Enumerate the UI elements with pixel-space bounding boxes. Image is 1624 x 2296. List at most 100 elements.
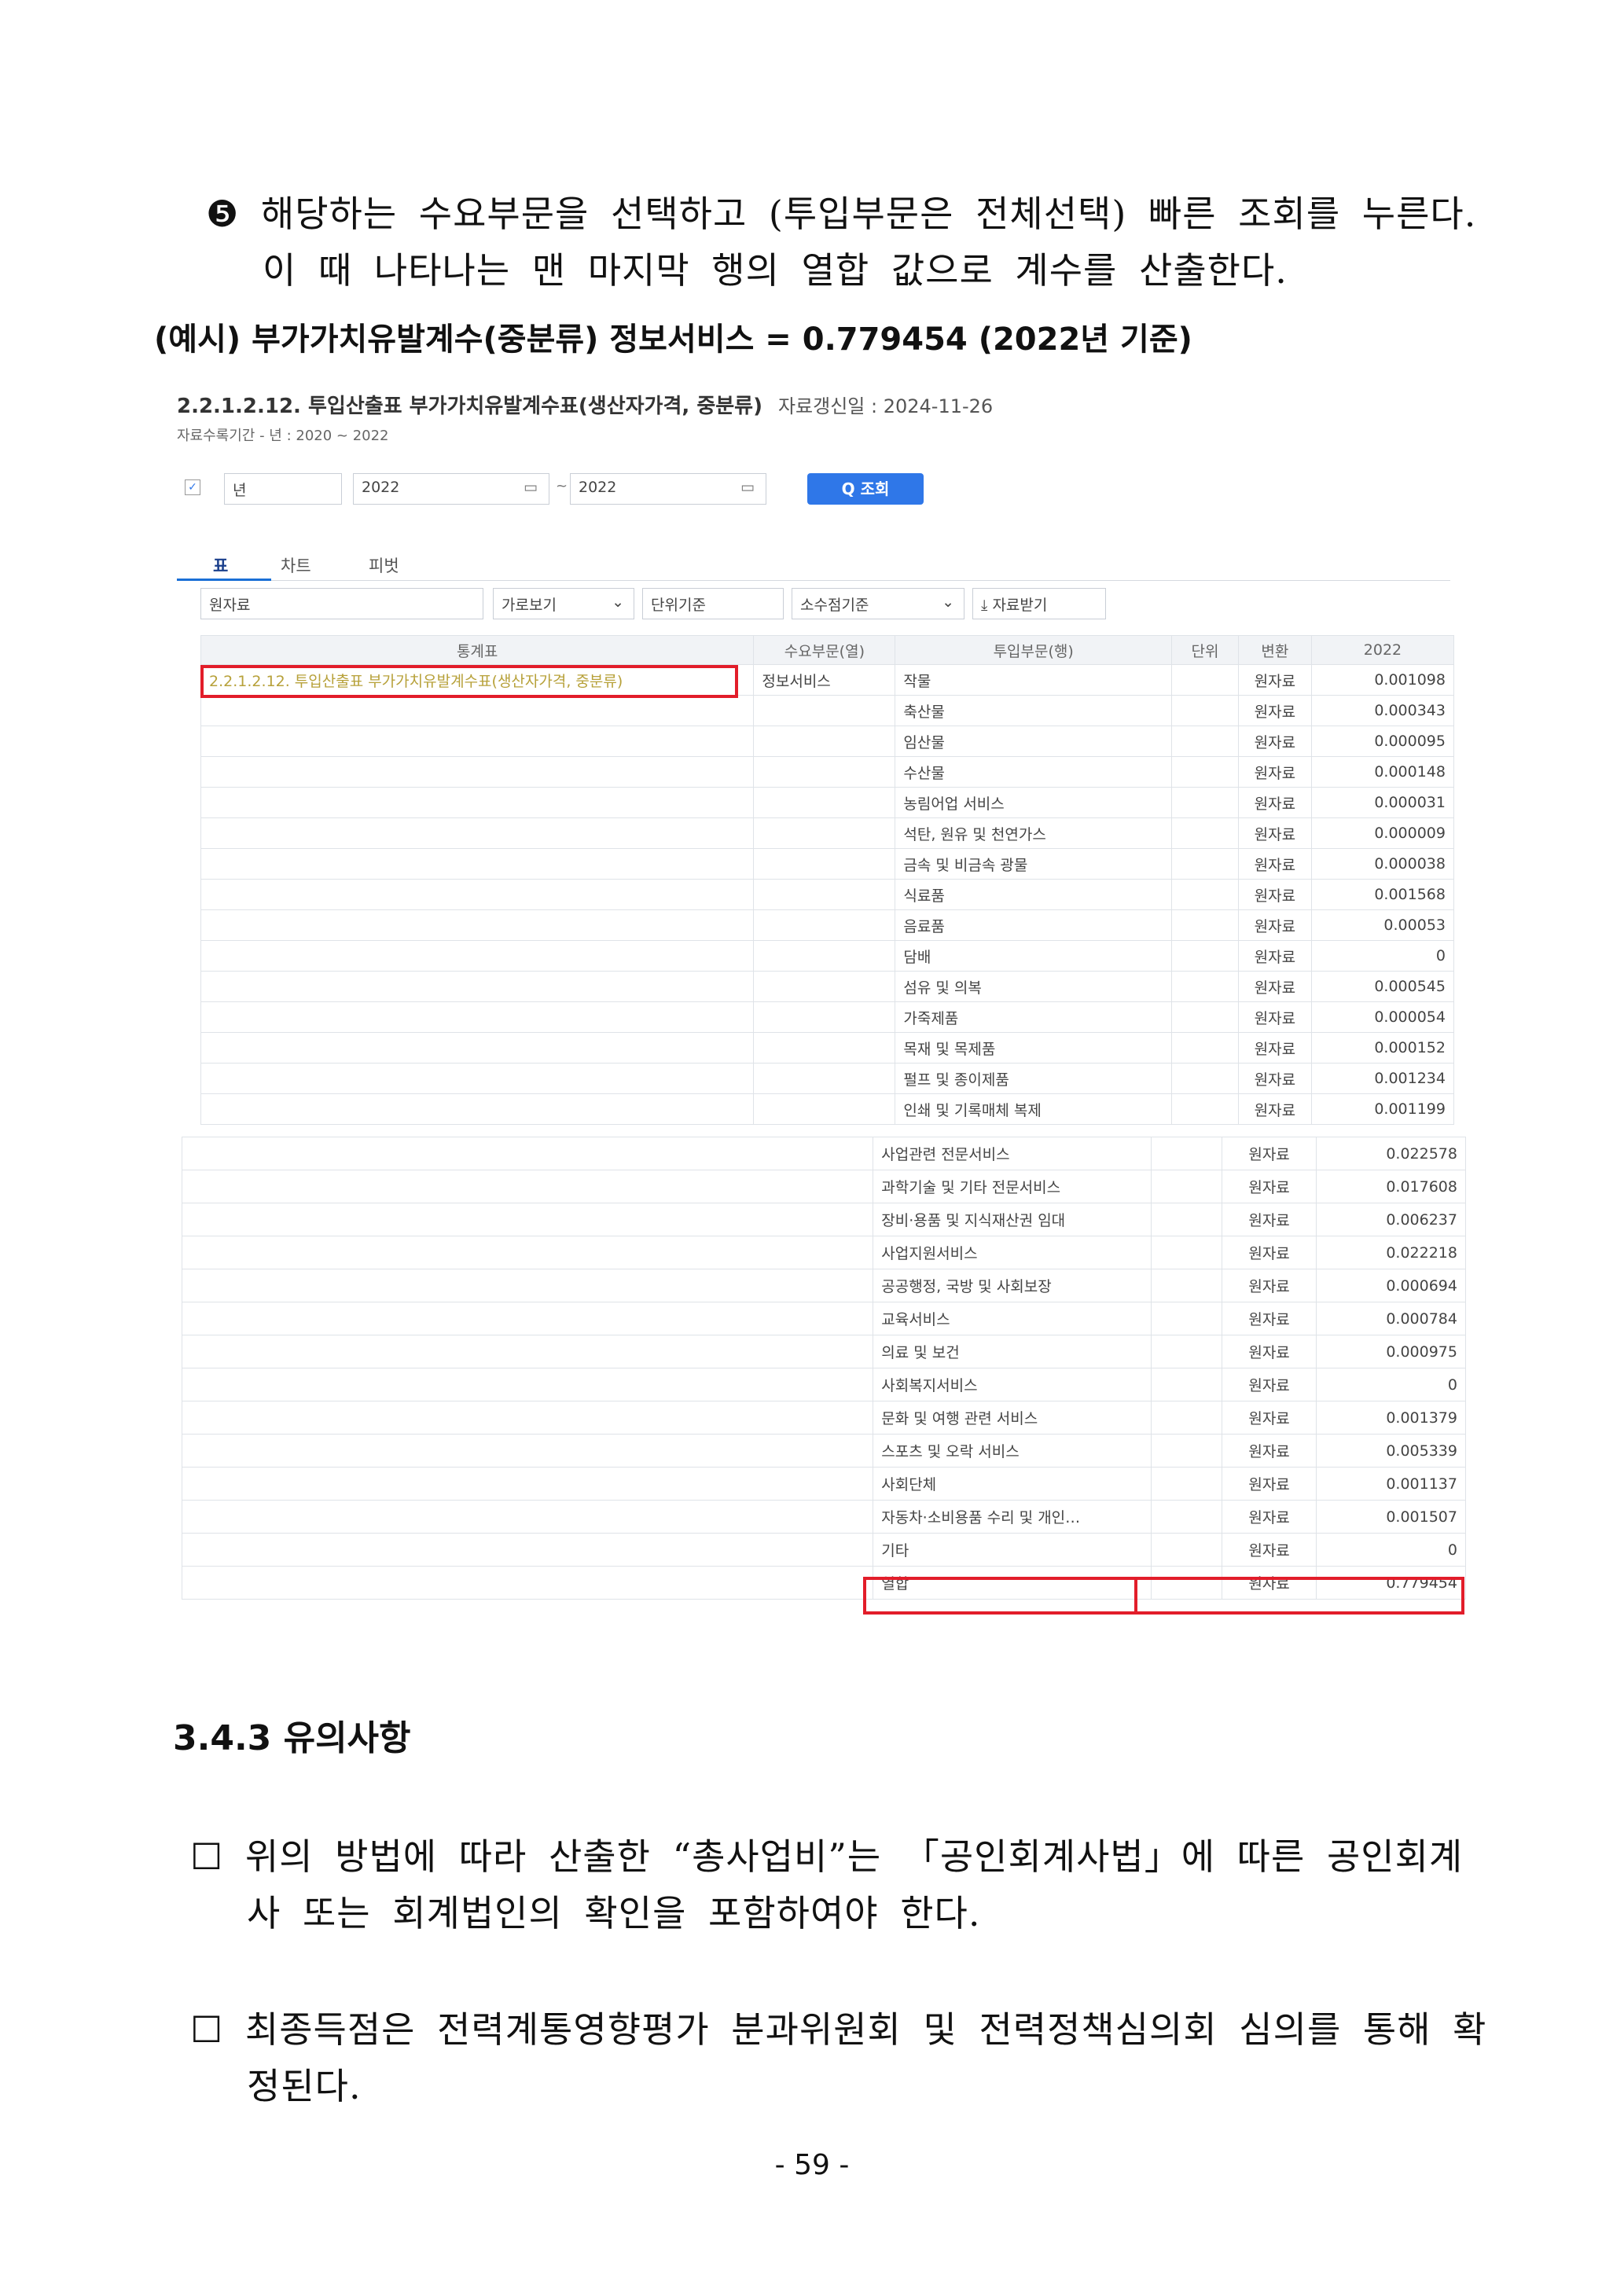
blank-cell <box>181 1203 874 1236</box>
table-row: 임산물 원자료 0.000095 <box>200 726 1455 757</box>
input-sector-cell: 의료 및 보건 <box>873 1335 1152 1368</box>
value-cell: 0.022578 <box>1316 1137 1466 1170</box>
value-cell: 0.000054 <box>1310 1001 1455 1033</box>
input-sector-cell: 교육서비스 <box>873 1302 1152 1335</box>
transform-cell: 원자료 <box>1237 756 1312 788</box>
tab-table[interactable]: 표 <box>213 553 228 577</box>
unit-cell <box>1151 1302 1223 1335</box>
transform-cell: 원자료 <box>1237 787 1312 818</box>
transform-cell: 원자료 <box>1222 1434 1317 1468</box>
demand-sector-cell <box>753 940 896 972</box>
circled-number-5-icon: ❺ <box>206 193 240 235</box>
transform-cell: 원자료 <box>1222 1401 1317 1435</box>
search-button[interactable]: Q 조회 <box>807 473 924 505</box>
view-select[interactable]: 가로보기 ⌄ <box>493 588 634 619</box>
demand-sector-cell <box>753 879 896 910</box>
demand-sector-cell <box>753 971 896 1002</box>
transform-cell: 원자료 <box>1222 1335 1317 1368</box>
input-sector-cell: 장비·용품 및 지식재산권 임대 <box>873 1203 1152 1236</box>
note-2-line-2: 정된다. <box>247 2065 362 2107</box>
unit-cell <box>1171 971 1239 1002</box>
unit-cell <box>1171 1063 1239 1094</box>
transform-cell: 원자료 <box>1222 1368 1317 1401</box>
input-sector-cell: 식료품 <box>895 879 1173 910</box>
blank-cell <box>181 1434 874 1468</box>
table-name-cell <box>200 817 755 849</box>
table-row: 과학기술 및 기타 전문서비스 원자료 0.017608 <box>181 1170 1466 1203</box>
period-type-select[interactable]: 년 <box>224 473 342 505</box>
table-row: 식료품 원자료 0.001568 <box>200 879 1455 910</box>
unit-cell <box>1171 1032 1239 1064</box>
input-sector-cell: 임산물 <box>895 726 1173 757</box>
calendar-icon[interactable]: ▭ <box>524 479 538 496</box>
tab-pivot[interactable]: 피벗 <box>369 553 399 577</box>
transform-cell: 원자료 <box>1237 879 1312 910</box>
table-name-cell <box>200 1032 755 1064</box>
tab-chart[interactable]: 차트 <box>281 553 311 577</box>
value-cell: 0.000031 <box>1310 787 1455 818</box>
instruction-line-1: ❺ 해당하는 수요부문을 선택하고 (투입부문은 전체선택) 빠른 조회를 누른… <box>206 193 1477 235</box>
input-sector-cell: 축산물 <box>895 695 1173 726</box>
checkbox-icon: ☐ <box>190 1835 224 1878</box>
unit-cell <box>1151 1500 1223 1534</box>
blank-cell <box>181 1269 874 1302</box>
unit-cell <box>1171 756 1239 788</box>
decimal-select[interactable]: 소수점기준 ⌄ <box>792 588 964 619</box>
demand-sector-cell <box>753 848 896 880</box>
value-cell: 0.000148 <box>1310 756 1455 788</box>
instruction-line-2: 이 때 나타나는 맨 마지막 행의 열합 값으로 계수를 산출한다. <box>263 249 1288 292</box>
table-row: 목재 및 목제품 원자료 0.000152 <box>200 1032 1455 1064</box>
transform-cell: 원자료 <box>1222 1203 1317 1236</box>
table-row: 사업관련 전문서비스 원자료 0.022578 <box>181 1137 1466 1170</box>
table-name-cell <box>200 756 755 788</box>
table-row: 사업지원서비스 원자료 0.022218 <box>181 1236 1466 1269</box>
demand-sector-cell <box>753 695 896 726</box>
value-cell: 0.001379 <box>1316 1401 1466 1435</box>
input-sector-cell: 섬유 및 의복 <box>895 971 1173 1002</box>
unit-cell <box>1171 1093 1239 1125</box>
unit-cell <box>1171 1001 1239 1033</box>
input-sector-cell: 과학기술 및 기타 전문서비스 <box>873 1170 1152 1203</box>
unit-cell <box>1151 1137 1223 1170</box>
end-year-input[interactable]: 2022 ▭ <box>570 473 766 505</box>
col-header-2022: 2022 <box>1310 635 1455 665</box>
download-icon: ⤓ <box>981 597 988 614</box>
transform-cell: 원자료 <box>1237 848 1312 880</box>
table-row: 교육서비스 원자료 0.000784 <box>181 1302 1466 1335</box>
input-sector-cell: 펄프 및 종이제품 <box>895 1063 1173 1094</box>
value-cell: 0.001234 <box>1310 1063 1455 1094</box>
start-year-input[interactable]: 2022 ▭ <box>353 473 549 505</box>
blank-cell <box>181 1401 874 1435</box>
table-name-cell <box>200 1001 755 1033</box>
input-sector-cell: 기타 <box>873 1533 1152 1567</box>
value-cell: 0.000009 <box>1310 817 1455 849</box>
transform-cell: 원자료 <box>1222 1500 1317 1534</box>
unit-select[interactable]: 단위기준 <box>642 588 784 619</box>
table-name-cell <box>200 940 755 972</box>
download-button[interactable]: ⤓ 자료받기 <box>972 588 1106 619</box>
input-sector-cell: 사회복지서비스 <box>873 1368 1152 1401</box>
value-cell: 0.001137 <box>1316 1467 1466 1501</box>
blank-cell <box>181 1368 874 1401</box>
demand-sector-cell <box>753 817 896 849</box>
calendar-icon[interactable]: ▭ <box>740 479 755 496</box>
input-sector-cell: 목재 및 목제품 <box>895 1032 1173 1064</box>
period-checkbox[interactable]: ✓ <box>177 473 218 505</box>
transform-cell: 원자료 <box>1222 1236 1317 1269</box>
demand-sector-cell <box>753 1093 896 1125</box>
value-cell: 0.001199 <box>1310 1093 1455 1125</box>
input-sector-cell: 사회단체 <box>873 1467 1152 1501</box>
table-row: 스포츠 및 오락 서비스 원자료 0.005339 <box>181 1434 1466 1468</box>
table-name-cell <box>200 909 755 941</box>
value-cell: 0.022218 <box>1316 1236 1466 1269</box>
table-row: 석탄, 원유 및 천연가스 원자료 0.000009 <box>200 817 1455 849</box>
input-sector-cell: 작물 <box>895 664 1173 696</box>
table-name-highlight <box>200 665 738 698</box>
value-cell: 0.000343 <box>1310 695 1455 726</box>
note-1-line-2: 사 또는 회계법인의 확인을 포함하여야 한다. <box>247 1892 981 1934</box>
input-sector-cell: 사업관련 전문서비스 <box>873 1137 1152 1170</box>
input-sector-cell: 문화 및 여행 관련 서비스 <box>873 1401 1152 1435</box>
data-type-select[interactable]: 원자료 <box>200 588 483 619</box>
range-separator: ~ <box>556 478 568 494</box>
table-row: 수산물 원자료 0.000148 <box>200 756 1455 788</box>
